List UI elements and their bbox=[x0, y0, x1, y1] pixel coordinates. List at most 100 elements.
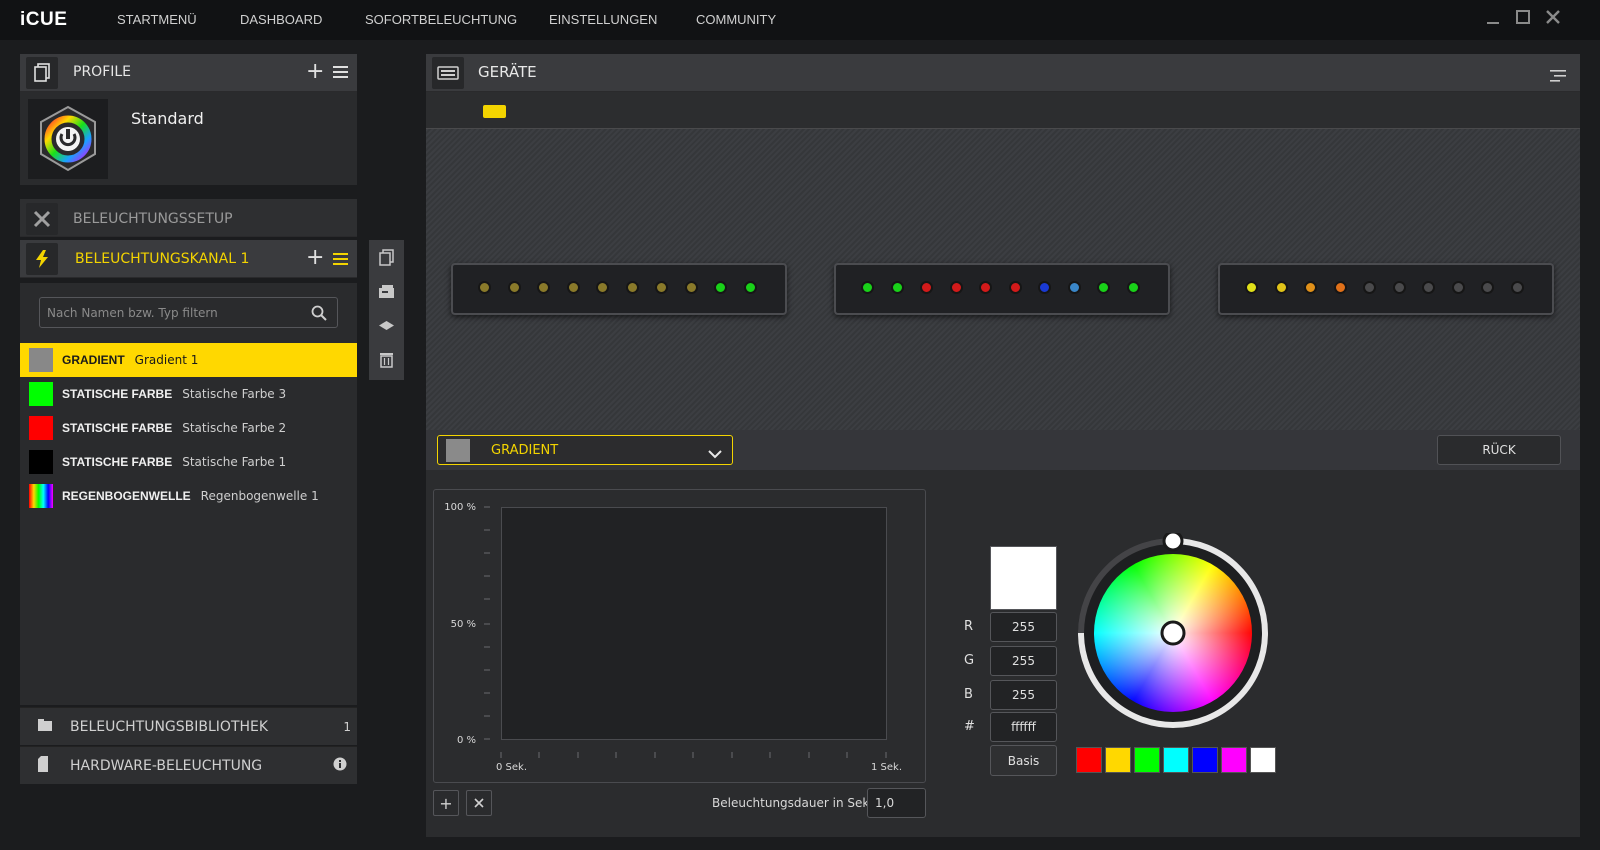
color-wheel[interactable] bbox=[1073, 530, 1273, 733]
led[interactable] bbox=[1363, 281, 1376, 294]
y-label-0: 0 % bbox=[456, 735, 476, 746]
led[interactable] bbox=[566, 281, 580, 294]
led[interactable] bbox=[507, 281, 521, 294]
layer-item-static-3[interactable]: STATISCHE FARBE Statische Farbe 3 bbox=[20, 377, 357, 411]
led[interactable] bbox=[1126, 281, 1140, 294]
memory-icon bbox=[37, 755, 53, 776]
led[interactable] bbox=[596, 281, 609, 294]
layer-name: Statische Farbe 2 bbox=[182, 421, 287, 435]
led[interactable] bbox=[920, 281, 933, 294]
led[interactable] bbox=[1481, 281, 1494, 294]
profile-title: PROFILE bbox=[73, 64, 132, 80]
led[interactable] bbox=[478, 281, 491, 294]
layer-item-static-2[interactable]: STATISCHE FARBE Statische Farbe 2 bbox=[20, 411, 357, 445]
led[interactable] bbox=[979, 281, 992, 294]
led[interactable] bbox=[1392, 281, 1406, 294]
layer-name: Statische Farbe 3 bbox=[182, 387, 287, 401]
led[interactable] bbox=[743, 281, 757, 294]
add-layer-button[interactable]: + bbox=[306, 247, 324, 269]
led-strip-1[interactable] bbox=[451, 263, 787, 315]
led[interactable] bbox=[1274, 281, 1288, 294]
hardware-lighting-row[interactable]: HARDWARE-BELEUCHTUNG bbox=[20, 746, 357, 784]
led[interactable] bbox=[1008, 281, 1022, 294]
led[interactable] bbox=[1422, 281, 1435, 294]
green-input[interactable] bbox=[990, 646, 1057, 676]
maximize-icon[interactable] bbox=[1512, 9, 1534, 31]
red-input[interactable] bbox=[990, 612, 1057, 642]
led-strip-3[interactable] bbox=[1218, 263, 1554, 315]
effect-type-dropdown[interactable]: GRADIENT bbox=[437, 435, 733, 465]
nav-community[interactable]: COMMUNITY bbox=[696, 12, 776, 27]
layer-icon[interactable] bbox=[378, 317, 395, 334]
led[interactable] bbox=[625, 281, 639, 294]
led[interactable] bbox=[1097, 281, 1110, 294]
back-button[interactable]: RÜCK bbox=[1437, 435, 1561, 465]
layer-item-static-1[interactable]: STATISCHE FARBE Statische Farbe 1 bbox=[20, 445, 357, 479]
preset-red[interactable] bbox=[1076, 747, 1102, 773]
hardware-lighting-label: HARDWARE-BELEUCHTUNG bbox=[70, 757, 263, 774]
paste-icon[interactable] bbox=[378, 283, 395, 300]
led[interactable] bbox=[714, 281, 727, 294]
led[interactable] bbox=[1067, 281, 1081, 294]
led[interactable] bbox=[684, 281, 698, 294]
layer-item-rainbow-1[interactable]: REGENBOGENWELLE Regenbogenwelle 1 bbox=[20, 479, 357, 513]
nav-sofortbeleuchtung[interactable]: SOFORTBELEUCHTUNG bbox=[365, 12, 517, 27]
preset-cyan[interactable] bbox=[1163, 747, 1189, 773]
channel-menu-icon[interactable] bbox=[333, 253, 348, 265]
layer-filter-input[interactable] bbox=[39, 297, 338, 328]
trash-icon[interactable] bbox=[378, 351, 395, 368]
add-profile-button[interactable]: + bbox=[306, 61, 324, 83]
basis-button[interactable]: Basis bbox=[990, 745, 1057, 776]
preset-yellow[interactable] bbox=[1105, 747, 1131, 773]
preset-magenta[interactable] bbox=[1221, 747, 1247, 773]
add-point-button[interactable]: + bbox=[433, 790, 459, 816]
remove-point-button[interactable] bbox=[466, 790, 492, 816]
graph-ticks bbox=[484, 506, 887, 758]
close-icon[interactable] bbox=[1542, 9, 1564, 31]
devices-title: GERÄTE bbox=[478, 63, 537, 81]
profile-menu-icon[interactable] bbox=[333, 66, 348, 78]
led[interactable] bbox=[655, 281, 668, 294]
layer-type: REGENBOGENWELLE bbox=[62, 489, 191, 503]
nav-dashboard[interactable]: DASHBOARD bbox=[240, 12, 322, 27]
nav-einstellungen[interactable]: EINSTELLUNGEN bbox=[549, 12, 657, 27]
led[interactable] bbox=[861, 281, 874, 294]
preset-green[interactable] bbox=[1134, 747, 1160, 773]
library-count: 1 bbox=[343, 719, 351, 734]
nav-startmenu[interactable]: STARTMENÜ bbox=[117, 12, 197, 27]
blue-input[interactable] bbox=[990, 680, 1057, 710]
led[interactable] bbox=[890, 281, 904, 294]
duration-input[interactable] bbox=[867, 788, 926, 818]
chevron-down-icon bbox=[708, 444, 722, 463]
led[interactable] bbox=[1510, 281, 1524, 294]
layer-name: Statische Farbe 1 bbox=[182, 455, 287, 469]
profile-icon bbox=[26, 57, 58, 89]
layer-type: STATISCHE FARBE bbox=[62, 387, 173, 401]
effect-swatch bbox=[446, 439, 470, 462]
profile-card[interactable]: Standard bbox=[20, 92, 357, 185]
layer-swatch bbox=[29, 484, 53, 508]
led[interactable] bbox=[1038, 281, 1051, 294]
preset-white[interactable] bbox=[1250, 747, 1276, 773]
search-icon[interactable] bbox=[310, 304, 328, 322]
led[interactable] bbox=[949, 281, 963, 294]
info-icon[interactable] bbox=[333, 756, 347, 775]
align-menu-icon[interactable] bbox=[1550, 67, 1566, 86]
led[interactable] bbox=[1451, 281, 1465, 294]
layer-item-gradient-1[interactable]: GRADIENT Gradient 1 bbox=[20, 343, 357, 377]
layer-swatch bbox=[29, 382, 53, 406]
tools-icon bbox=[26, 203, 58, 235]
led[interactable] bbox=[1245, 281, 1258, 294]
led-strip-2[interactable] bbox=[834, 263, 1170, 315]
led[interactable] bbox=[537, 281, 550, 294]
copy-icon[interactable] bbox=[378, 249, 395, 266]
r-label: R bbox=[964, 619, 974, 634]
hex-input[interactable] bbox=[990, 712, 1057, 742]
preset-blue[interactable] bbox=[1192, 747, 1218, 773]
layer-name: Regenbogenwelle 1 bbox=[200, 489, 319, 503]
library-row[interactable]: BELEUCHTUNGSBIBLIOTHEK 1 bbox=[20, 707, 357, 745]
led[interactable] bbox=[1304, 281, 1317, 294]
minimize-icon[interactable] bbox=[1482, 9, 1504, 31]
led[interactable] bbox=[1333, 281, 1347, 294]
device-tab[interactable] bbox=[483, 105, 506, 118]
